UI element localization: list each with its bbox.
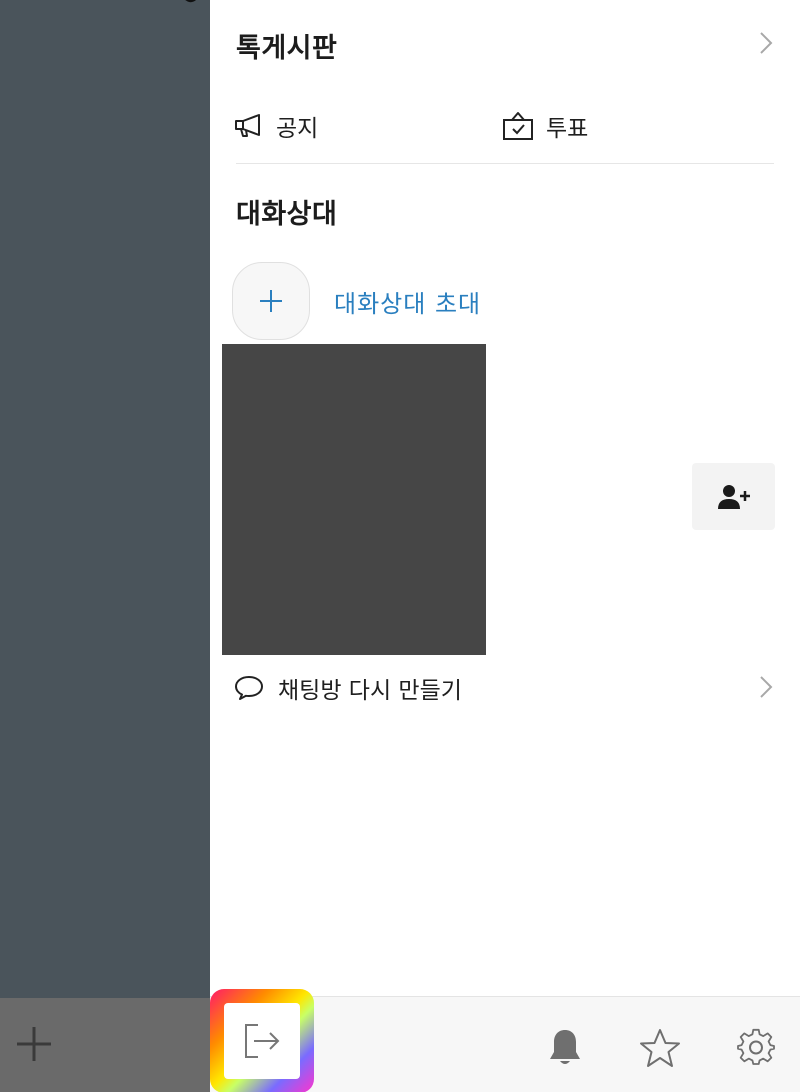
- notice-label: 공지: [276, 116, 319, 142]
- megaphone-icon: [235, 114, 260, 137]
- add-friend-button[interactable]: [692, 463, 775, 530]
- notice-button[interactable]: 공지: [234, 108, 318, 144]
- chatroom-drawer: 톡게시판 공지 투표 대화상대 대화상대 초대 채팅방 다시 만들기: [210, 0, 800, 1092]
- settings-button[interactable]: [734, 1026, 778, 1070]
- section-divider: [236, 163, 774, 164]
- ballot-box-icon: [503, 112, 533, 140]
- speech-tail-icon: [185, 0, 197, 3]
- chat-backdrop[interactable]: [0, 0, 210, 1092]
- vote-label: 투표: [546, 116, 589, 142]
- recreate-label: 채팅방 다시 만들기: [278, 678, 462, 704]
- leave-icon: [245, 1024, 280, 1058]
- chevron-right-icon[interactable]: [758, 674, 774, 700]
- notification-button[interactable]: [543, 1026, 587, 1070]
- invite-label: 대화상대 초대: [334, 289, 482, 318]
- favorite-button[interactable]: [638, 1026, 682, 1070]
- invite-plus-tile[interactable]: [232, 262, 310, 340]
- vote-button[interactable]: 투표: [502, 108, 588, 144]
- star-icon: [640, 1029, 680, 1067]
- bell-icon: [550, 1030, 580, 1064]
- board-title[interactable]: 톡게시판: [236, 26, 337, 65]
- leave-button-face: [224, 1003, 300, 1079]
- recreate-chatroom-button[interactable]: 채팅방 다시 만들기: [234, 670, 462, 706]
- plus-icon[interactable]: [14, 1024, 54, 1064]
- person-add-icon: [717, 484, 750, 509]
- speech-bubble-icon: [235, 676, 263, 700]
- drawer-bottom-bar: [210, 989, 800, 1092]
- member-photo-redacted: [222, 344, 486, 655]
- chevron-right-icon[interactable]: [758, 30, 774, 56]
- plus-icon: [260, 290, 282, 312]
- members-title: 대화상대: [236, 199, 338, 230]
- invite-member-button[interactable]: 대화상대 초대: [232, 262, 481, 340]
- gear-icon: [737, 1028, 775, 1065]
- leave-chatroom-button[interactable]: [210, 989, 314, 1092]
